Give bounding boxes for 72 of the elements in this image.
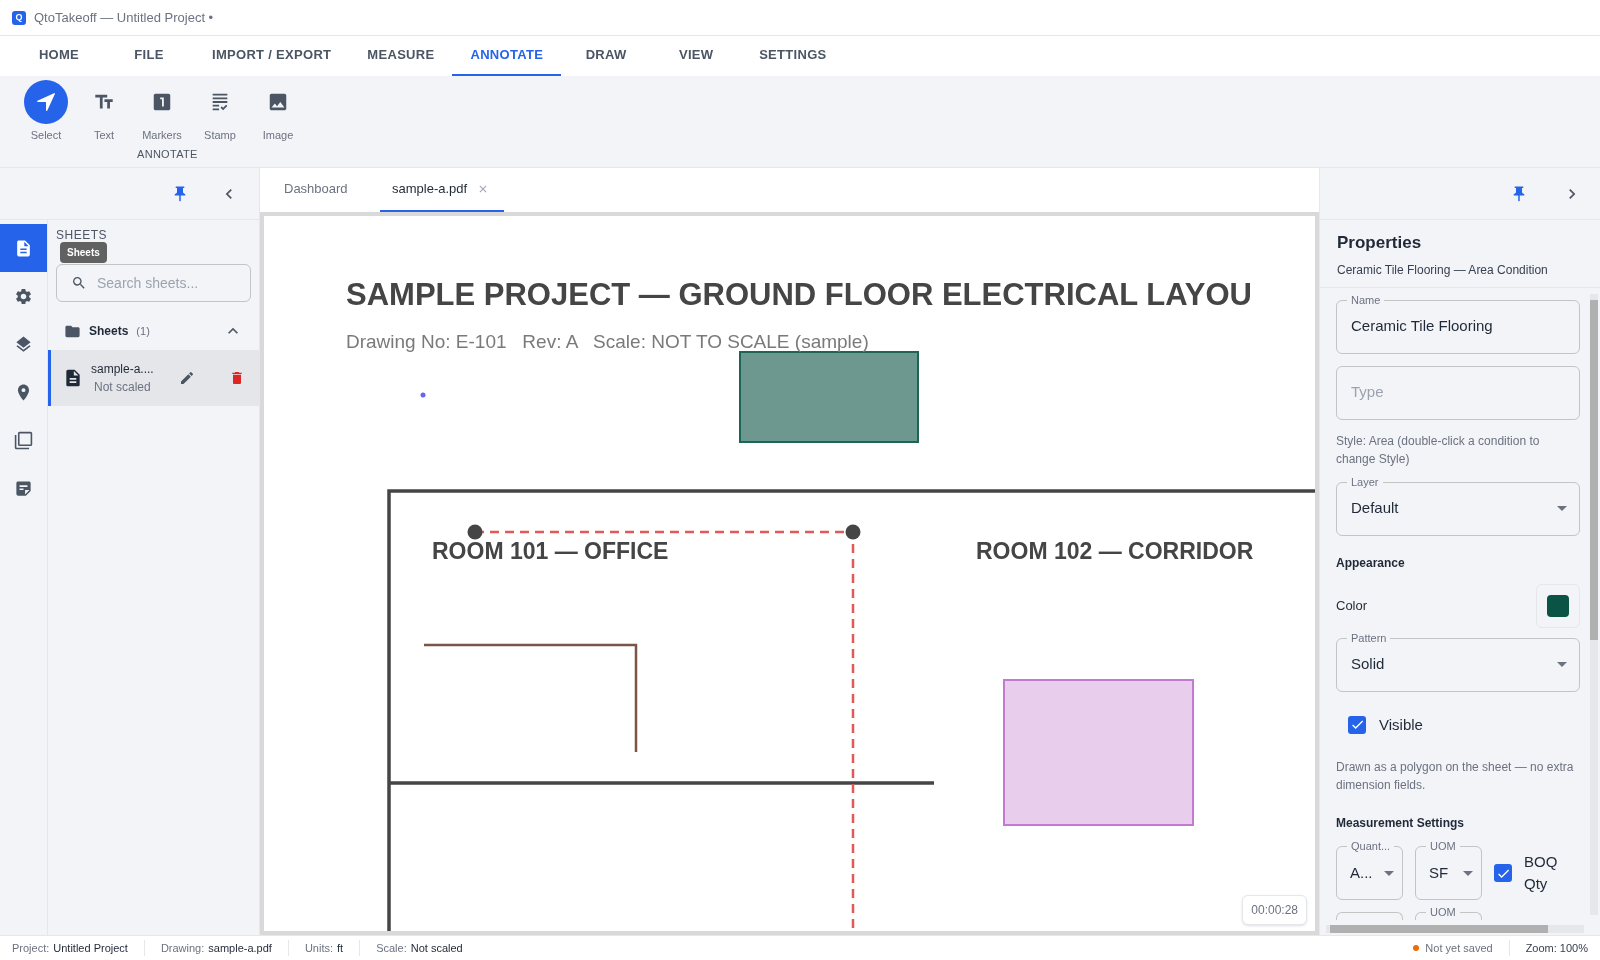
menu-tab[interactable]: HOME [14, 36, 104, 76]
panel-heading: SHEETS [56, 227, 108, 244]
status-value: Not scaled [410, 940, 463, 956]
color-label: Color [1336, 596, 1368, 615]
dropdown-caret-icon [1557, 506, 1567, 511]
sheet-status: Not scaled [94, 379, 151, 396]
dropdown-caret-icon [1463, 870, 1473, 876]
app-logo: Q [12, 10, 26, 25]
status-value: sample-a.pdf [208, 940, 272, 956]
document-icon [63, 368, 83, 388]
edit-icon[interactable] [179, 370, 195, 386]
checkbox[interactable] [1494, 864, 1512, 882]
layers-icon [14, 334, 33, 354]
dropdown-caret-icon [1384, 870, 1394, 876]
vertical-scrollbar[interactable] [1590, 293, 1598, 915]
status-value: Untitled Project [53, 940, 128, 956]
section-heading: Measurement Settings [1336, 815, 1466, 832]
search-icon [71, 275, 87, 291]
sheet-name: sample-a.... [91, 361, 154, 378]
sheet-title: SAMPLE PROJECT — GROUND FLOOR ELECTRICAL LAYOU [346, 276, 1252, 314]
ribbon-tool-button[interactable]: Text [80, 80, 128, 144]
navigation-arrow-icon [35, 91, 57, 113]
menu-tab[interactable]: FILE [104, 36, 194, 76]
group-count: (1) [136, 323, 150, 339]
stacked-pages-icon [14, 430, 33, 450]
menu-tab[interactable]: MEASURE [349, 36, 453, 76]
menu-tab[interactable]: IMPORT / EXPORT [194, 36, 350, 76]
field-label: Quant... [1347, 839, 1395, 853]
tooltip: Sheets [60, 242, 107, 263]
ribbon-tool-button[interactable]: Image [254, 80, 302, 144]
visible-checkbox[interactable]: Visible [1348, 713, 1580, 736]
status-label: Scale: [376, 940, 407, 956]
status-label: Project: [12, 940, 50, 956]
sheet-subtitle: Drawing No: E-101 Rev: A Scale: NOT TO SCALE (sample) [346, 330, 869, 354]
color-picker[interactable] [1536, 583, 1580, 628]
select-field[interactable] [1336, 912, 1403, 920]
document-tab[interactable]: Dashboard [272, 168, 372, 212]
horizontal-scrollbar[interactable] [1326, 925, 1584, 933]
sheets-group-header[interactable]: Sheets (1) [48, 316, 259, 346]
panel-subtitle: Ceramic Tile Flooring — Area Condition [1337, 261, 1549, 279]
status-label: Drawing: [160, 940, 205, 956]
room-label: ROOM 102 — CORRIDOR [976, 537, 1254, 566]
ribbon-tool-button[interactable]: Markers [138, 80, 186, 144]
image-icon [267, 91, 289, 113]
dropdown-caret-icon [1557, 662, 1567, 667]
checkbox[interactable] [1348, 715, 1366, 734]
helper-text: Style: Area (double-click a condition to change Style) [1336, 432, 1541, 468]
menu-tab[interactable]: DRAW [561, 36, 652, 76]
point-dot [420, 392, 426, 398]
menu-tab[interactable]: VIEW [651, 36, 742, 76]
save-status: Not yet saved [1425, 939, 1510, 957]
note-icon [14, 478, 33, 498]
document-icon [14, 238, 33, 258]
status-label: Units: [304, 940, 333, 956]
helper-text: Drawn as a polygon on the sheet — no extra dimension fields. [1336, 759, 1575, 794]
window-title: QtoTakeoff — Untitled Project • [34, 8, 214, 27]
settings-icon [14, 286, 33, 306]
ribbon-tool-button[interactable]: Stamp [196, 80, 244, 144]
rail-tab[interactable] [0, 224, 47, 272]
zoom-level: Zoom: 100% [1525, 940, 1588, 956]
status-value: ft [337, 940, 344, 956]
section-heading: Appearance [1336, 554, 1406, 572]
sheet-list-item[interactable]: sample-a.... Not scaled [48, 350, 259, 406]
group-label: Sheets [89, 323, 129, 340]
timer: 00:00:28 [1242, 895, 1307, 925]
panel-title: Properties [1337, 232, 1423, 254]
menu-tab[interactable]: SETTINGS [741, 36, 845, 76]
boq-checkbox[interactable]: BOQ Qty [1494, 851, 1564, 895]
field-label: UOM [1426, 839, 1460, 853]
delete-icon[interactable] [229, 370, 245, 386]
room-label: ROOM 101 — OFFICE [432, 537, 669, 566]
ribbon-group-label: ANNOTATE [137, 146, 199, 162]
